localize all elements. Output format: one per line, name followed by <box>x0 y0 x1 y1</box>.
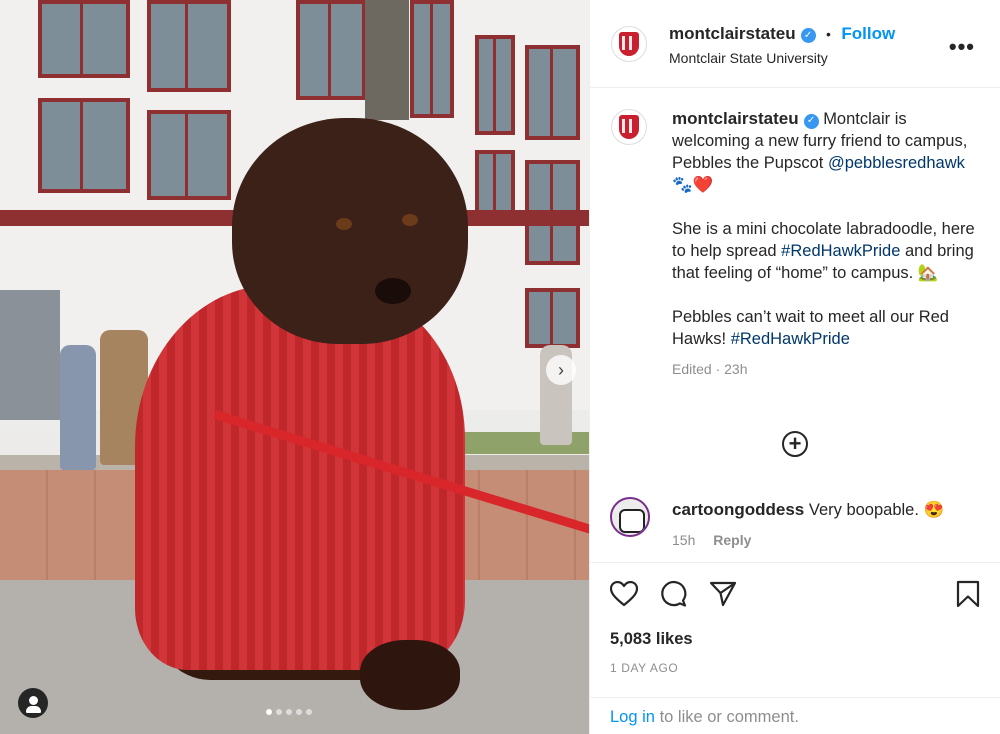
house-emoji: 🏡 <box>917 264 939 282</box>
hashtag-link[interactable]: #RedHawkPride <box>781 242 900 260</box>
caption-avatar[interactable] <box>611 109 647 145</box>
building-window <box>147 110 231 200</box>
verified-badge-icon: ✓ <box>803 113 819 129</box>
plus-circle-icon[interactable]: + <box>782 431 808 457</box>
carousel-dot <box>306 709 312 715</box>
tree-trunk <box>365 0 409 120</box>
carousel-dots <box>266 709 312 715</box>
dog-nose <box>375 278 411 304</box>
building-window <box>147 0 231 92</box>
carousel-dot <box>266 709 272 715</box>
building-window <box>296 0 366 100</box>
login-link[interactable]: Log in <box>610 708 655 726</box>
background-person <box>60 345 96 470</box>
caption-username[interactable]: montclairstateu <box>672 109 799 128</box>
university-shield-icon <box>619 115 639 139</box>
header-username[interactable]: montclairstateu <box>669 24 796 43</box>
university-shield-icon <box>619 32 639 56</box>
mention-link[interactable]: @pebblesredhawk <box>828 154 965 172</box>
chevron-right-icon: › <box>558 359 564 380</box>
profile-avatar[interactable] <box>611 26 647 62</box>
carousel-next-button[interactable]: › <box>546 355 576 385</box>
follow-button[interactable]: Follow <box>841 24 895 43</box>
post-date[interactable]: 1 DAY AGO <box>610 661 678 675</box>
building-window <box>38 98 130 193</box>
comment-icon[interactable] <box>657 578 689 610</box>
commenter-avatar[interactable] <box>610 497 650 537</box>
carousel-dot <box>286 709 292 715</box>
building-window <box>525 288 580 348</box>
more-options-icon[interactable]: ••• <box>949 34 975 60</box>
share-icon[interactable] <box>707 578 739 610</box>
bookmark-icon[interactable] <box>952 578 984 610</box>
comment-meta: 15h Reply <box>672 532 751 548</box>
header-display-name: Montclair State University <box>669 50 828 66</box>
likes-count[interactable]: 5,083 likes <box>610 630 693 649</box>
header-separator: • <box>826 26 831 42</box>
user-tag-icon[interactable] <box>18 688 48 718</box>
building-window <box>475 150 515 215</box>
post-caption: montclairstateu ✓ Montclair is welcoming … <box>672 108 982 380</box>
hashtag-link[interactable]: #RedHawkPride <box>731 330 850 348</box>
post-image[interactable]: › <box>0 0 589 734</box>
dog-paw <box>360 640 460 710</box>
header-title-row: montclairstateu ✓ • Follow <box>669 24 895 44</box>
utility-box <box>0 290 60 420</box>
reply-button[interactable]: Reply <box>713 532 751 548</box>
heart-icon[interactable] <box>608 578 640 610</box>
post-sidebar: montclairstateu ✓ • Follow Montclair Stat… <box>589 0 1000 734</box>
heart-eyes-emoji: 😍 <box>923 501 945 519</box>
comment-username[interactable]: cartoongoddess <box>672 500 804 519</box>
comment: cartoongoddess Very boopable. 😍 <box>672 499 982 521</box>
edited-timestamp: Edited · 23h <box>672 361 748 377</box>
building-window <box>38 0 130 78</box>
building-window <box>525 45 580 140</box>
post-header: montclairstateu ✓ • Follow Montclair Stat… <box>590 0 1000 88</box>
dog-head <box>232 118 468 344</box>
building-window <box>475 35 515 135</box>
comment-text: Very boopable. <box>808 501 919 519</box>
verified-badge-icon: ✓ <box>800 28 816 43</box>
carousel-dot <box>296 709 302 715</box>
login-text: to like or comment. <box>659 708 799 726</box>
building-window <box>410 0 454 118</box>
dog-eye <box>402 214 418 226</box>
comment-time: 15h <box>672 532 696 548</box>
carousel-dot <box>276 709 282 715</box>
paw-heart-emoji: 🐾❤️ <box>672 176 714 194</box>
login-prompt: Log in to like or comment. <box>610 708 799 727</box>
dog-eye <box>336 218 352 230</box>
actions-divider <box>590 562 1000 564</box>
